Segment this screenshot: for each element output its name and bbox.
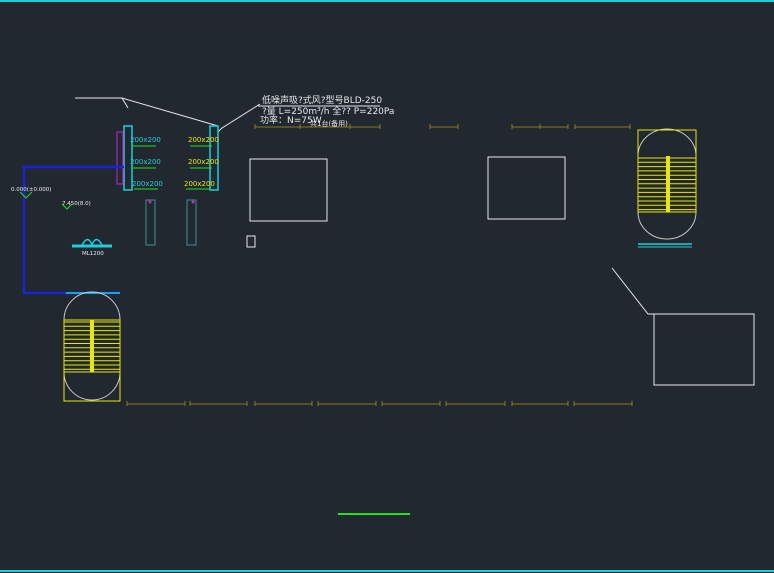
duct-label-left-3: 200x200 [132,180,163,188]
small-square-marker[interactable] [246,235,256,248]
column-right[interactable] [186,199,197,246]
column-marker [191,200,195,204]
duct-label-right-1: 200x200 [188,136,219,144]
cad-drawing-canvas[interactable]: 低噪声吸?式风?型号BLD-250 ?量 L=250m³/h 全?? P=220… [0,0,774,573]
duct-label-left-1: 200x200 [130,136,161,144]
duct-label-right-3: 200x200 [184,180,215,188]
duct-label-right-2: 200x200 [188,158,219,166]
level-label-mid: 7.450(8.0) [62,201,91,207]
column-left[interactable] [145,199,156,246]
stair-symbol-icon[interactable] [63,291,121,402]
column-marker [148,200,152,204]
fixture-label: ML1200 [82,251,104,257]
blue-pipe[interactable] [22,165,124,295]
duct-riser-left-inner [116,131,124,185]
dimension-line-bottom [126,401,633,406]
annotation-leader-line-3 [121,97,219,127]
room-outline-1[interactable] [249,158,328,222]
room-outline-3[interactable] [653,313,755,386]
duct-label-left-2: 200x200 [130,158,161,166]
fan-icon[interactable] [81,238,103,248]
annotation-leader-line-2 [217,103,261,133]
room-outline-2[interactable] [487,156,566,220]
room-leader-line [611,267,654,315]
annotation-leader-line [75,97,129,109]
annotation-line-1: 低噪声吸?式风?型号BLD-250 [262,94,382,106]
stair-symbol-icon[interactable] [637,128,697,240]
